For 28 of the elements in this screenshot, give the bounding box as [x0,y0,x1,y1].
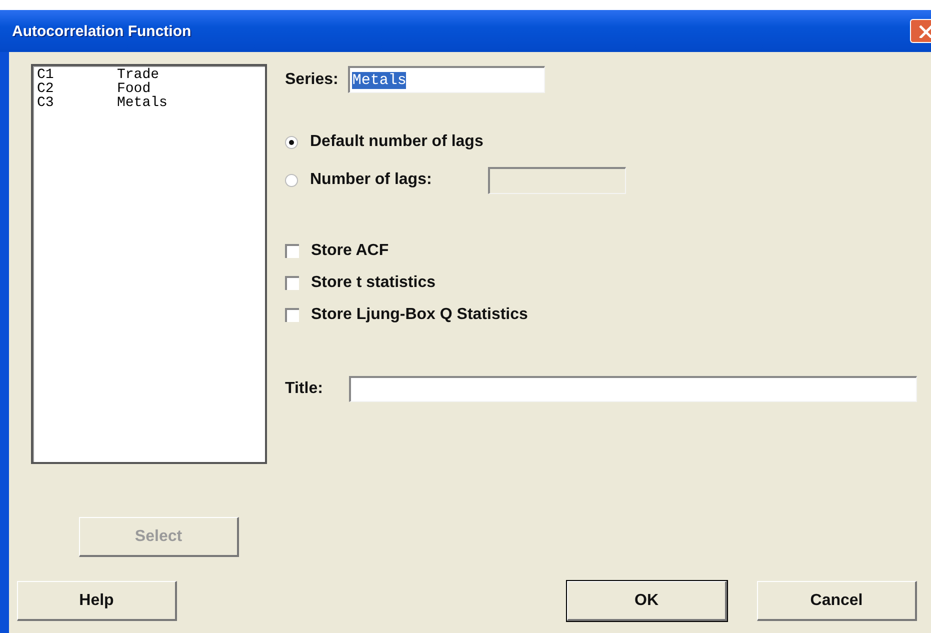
checkbox-label: Store ACF [311,242,389,260]
column-name[interactable]: Food [117,82,151,96]
column-id[interactable]: C1 [37,68,117,82]
help-button[interactable]: Help [17,581,177,621]
column-name[interactable]: Metals [117,96,168,110]
column-id[interactable]: C3 [37,96,117,110]
close-button[interactable] [910,19,931,43]
series-label: Series: [285,70,338,88]
close-icon [918,24,931,38]
radio-label: Default number of lags [310,133,484,151]
window-title: Autocorrelation Function [12,22,192,40]
radio-button[interactable] [285,136,298,148]
title-label: Title: [285,380,323,398]
cancel-button[interactable]: Cancel [757,581,917,621]
variable-list[interactable]: C1 Trade C2 Food C3 Metals [31,64,267,464]
ok-button[interactable]: OK [567,581,727,621]
title-field[interactable] [348,376,917,402]
checkbox-label: Store Ljung-Box Q Statistics [311,306,528,324]
checkbox-label: Store t statistics [311,274,436,292]
column-name[interactable]: Trade [117,68,160,82]
radio-label: Number of lags: [310,171,432,189]
checkbox[interactable] [285,276,299,290]
series-field[interactable]: Metals [348,66,546,93]
lags-field[interactable] [488,166,626,194]
checkbox[interactable] [285,308,299,322]
column-id[interactable]: C2 [37,82,117,96]
radio-button[interactable] [285,174,298,186]
checkbox[interactable] [285,244,299,258]
